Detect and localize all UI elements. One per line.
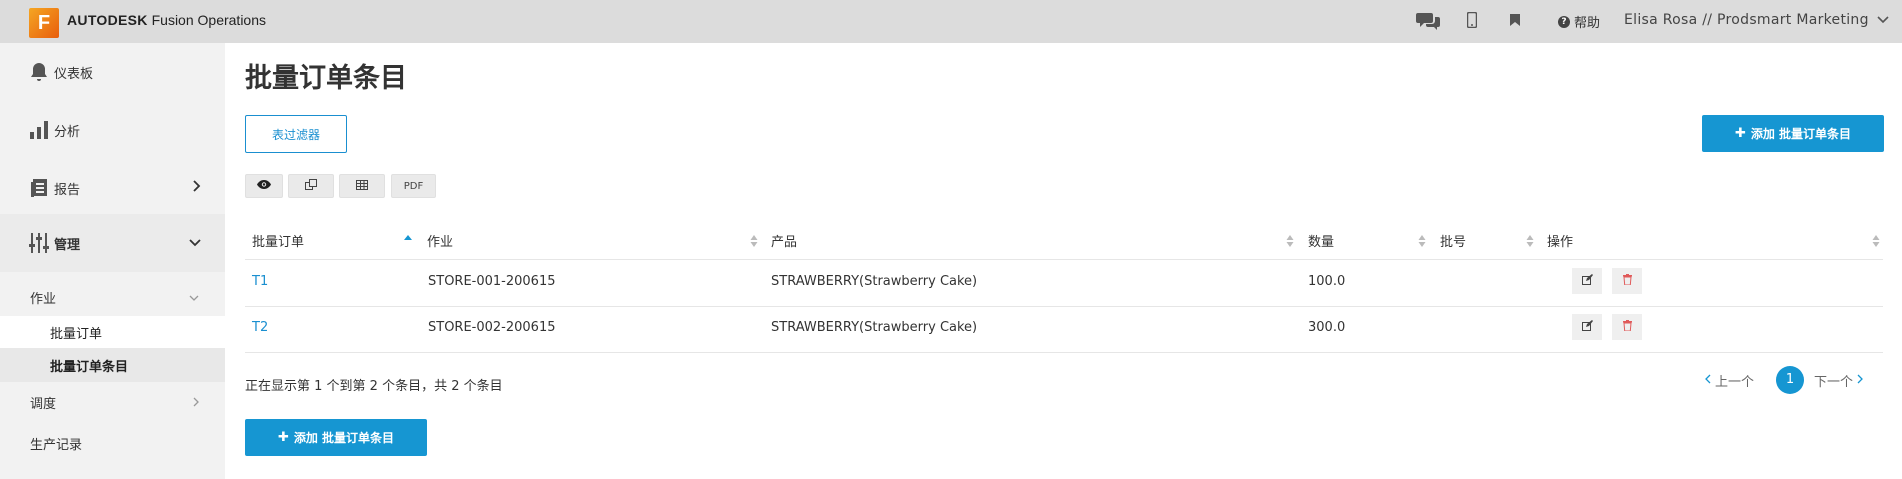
user-menu[interactable]: Elisa Rosa // Prodsmart Marketing (1624, 12, 1889, 28)
sidebar-item-label: 仪表板 (54, 66, 94, 82)
column-header-product[interactable]: 产品 (771, 231, 797, 250)
column-header-batch-order[interactable]: 批量订单 (252, 231, 304, 250)
sidebar-subsubitem-label: 批量订单 (50, 327, 103, 342)
chat-icon[interactable] (1416, 11, 1440, 31)
trash-icon (1622, 319, 1632, 335)
sidebar-subitem-label: 调度 (30, 397, 57, 412)
table-divider (245, 306, 1883, 307)
prev-label: 上一个 (1715, 375, 1755, 390)
delete-button[interactable] (1612, 314, 1642, 340)
column-header-actions: 操作 (1547, 235, 1574, 250)
sidebar-subitem-production-records[interactable]: 生产记录 (0, 434, 225, 454)
sidebar-item-dashboard[interactable]: 仪表板 (0, 57, 225, 87)
mobile-icon[interactable] (1467, 12, 1477, 28)
chevron-right-icon (193, 180, 201, 196)
pdf-export-button[interactable]: PDF (391, 174, 436, 198)
column-visibility-button[interactable] (245, 174, 283, 198)
table-icon (356, 179, 368, 193)
sidebar-item-label: 分析 (54, 124, 81, 140)
plus-icon: ✚ (1734, 126, 1746, 141)
delete-button[interactable] (1612, 268, 1642, 294)
plus-icon: ✚ (277, 430, 289, 445)
help-link[interactable]: ? 帮助 (1558, 12, 1600, 31)
add-button-label: 添加 批量订单条目 (1750, 127, 1852, 141)
table-cell-job: STORE-001-200615 (428, 274, 556, 289)
sidebar-subsubitem-batch-orders[interactable]: 批量订单 (0, 316, 225, 348)
table-filter-button[interactable]: 表过滤器 (245, 115, 347, 153)
table-divider (245, 352, 1883, 353)
sort-icon[interactable] (750, 234, 758, 248)
fusion-logo[interactable]: F (29, 8, 59, 38)
page-number-current[interactable]: 1 (1776, 366, 1804, 394)
next-label: 下一个 (1814, 375, 1854, 390)
sidebar-item-analysis[interactable]: 分析 (0, 115, 225, 145)
sort-icon[interactable] (1872, 234, 1880, 248)
report-icon (28, 177, 50, 199)
sidebar-subitem-label: 作业 (30, 292, 57, 307)
prev-page-button[interactable]: 上一个 (1705, 371, 1754, 390)
table-divider (245, 259, 1883, 260)
add-batch-order-item-button-top[interactable]: ✚ 添加 批量订单条目 (1702, 115, 1884, 152)
table-cell-product: STRAWBERRY(Strawberry Cake) (771, 274, 978, 289)
user-label: Elisa Rosa // Prodsmart Marketing (1624, 12, 1869, 28)
sidebar-item-reports[interactable]: 报告 (0, 173, 225, 203)
trash-icon (1622, 273, 1632, 289)
copy-icon (305, 179, 317, 193)
sort-icon[interactable] (1526, 234, 1534, 248)
sidebar-subsubitem-label: 批量订单条目 (50, 360, 129, 375)
sort-icon[interactable] (1418, 234, 1426, 248)
edit-icon (1581, 273, 1593, 289)
chevron-down-icon (189, 290, 199, 305)
chevron-right-icon (1857, 373, 1863, 388)
sort-asc-icon[interactable] (404, 234, 412, 248)
column-header-batch-number[interactable]: 批号 (1440, 231, 1466, 250)
table-cell-order-link[interactable]: T1 (252, 274, 268, 289)
table-cell-product: STRAWBERRY(Strawberry Cake) (771, 320, 978, 335)
sidebar-subsubitem-batch-order-items[interactable]: 批量订单条目 (0, 348, 225, 382)
chevron-right-icon (193, 396, 199, 411)
table-cell-job: STORE-002-200615 (428, 320, 556, 335)
brand-name: AUTODESK Fusion Operations (67, 12, 267, 28)
add-button-label: 添加 批量订单条目 (293, 431, 395, 445)
sidebar-item-label: 管理 (54, 237, 81, 253)
bar-chart-icon (28, 119, 50, 141)
chevron-left-icon (1705, 373, 1711, 388)
sidebar-item-label: 报告 (54, 182, 81, 198)
sliders-icon (28, 232, 50, 254)
sidebar-subitem-jobs[interactable]: 作业 (0, 288, 225, 308)
column-header-quantity[interactable]: 数量 (1308, 231, 1334, 250)
chevron-down-icon (189, 236, 201, 251)
copy-button[interactable] (288, 174, 334, 198)
table-info: 正在显示第 1 个到第 2 个条目，共 2 个条目 (245, 379, 503, 394)
sort-icon[interactable] (1286, 234, 1294, 248)
bell-icon (28, 61, 50, 83)
column-header-job[interactable]: 作业 (427, 231, 453, 250)
help-icon: ? (1558, 15, 1570, 28)
sidebar: 仪表板 分析 报告 管理 作业 批量订单 批量订单条目 调度 生产记录 (0, 43, 225, 479)
sidebar-subitem-scheduling[interactable]: 调度 (0, 393, 225, 413)
eye-icon (257, 180, 271, 192)
sidebar-subitem-label: 生产记录 (30, 438, 83, 453)
add-batch-order-item-button-bottom[interactable]: ✚ 添加 批量订单条目 (245, 419, 427, 456)
sidebar-item-manage[interactable]: 管理 (0, 214, 225, 272)
page-title: 批量订单条目 (245, 63, 407, 94)
next-page-button[interactable]: 下一个 (1814, 371, 1863, 390)
table-cell-quantity: 300.0 (1308, 320, 1346, 335)
edit-icon (1581, 319, 1593, 335)
excel-export-button[interactable] (339, 174, 385, 198)
bookmark-icon[interactable] (1510, 14, 1520, 26)
edit-button[interactable] (1572, 314, 1602, 340)
top-bar: F AUTODESK Fusion Operations ? 帮助 Elisa … (0, 0, 1902, 43)
chevron-down-icon (1877, 12, 1889, 28)
help-label: 帮助 (1574, 16, 1601, 31)
table-cell-quantity: 100.0 (1308, 274, 1346, 289)
table-cell-order-link[interactable]: T2 (252, 320, 268, 335)
edit-button[interactable] (1572, 268, 1602, 294)
